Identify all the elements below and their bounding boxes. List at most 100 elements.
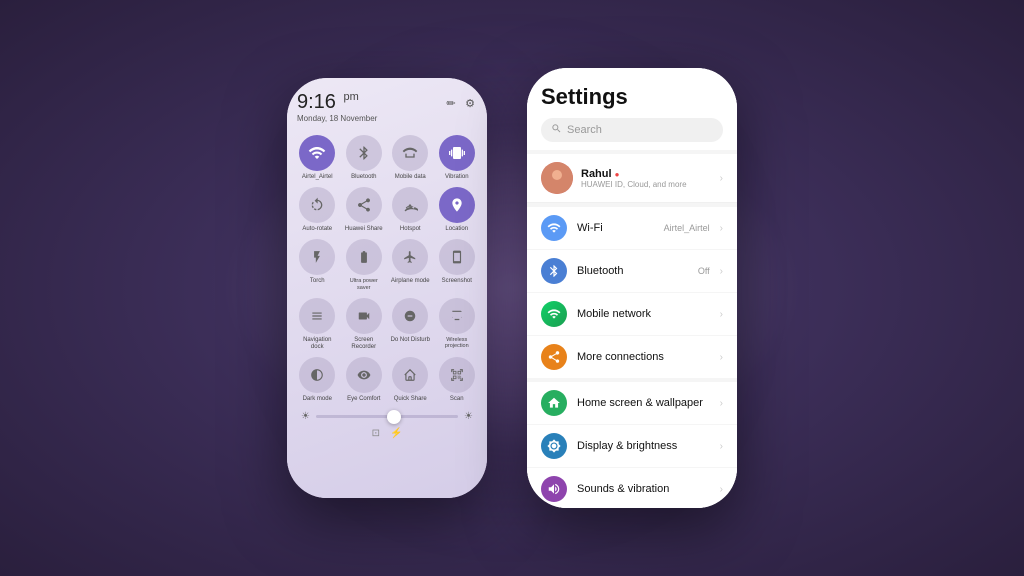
dark-mode-btn[interactable]	[299, 357, 335, 393]
toggle-torch[interactable]: Torch	[297, 239, 338, 291]
settings-header: Settings Search	[527, 68, 737, 150]
display-label: Display & brightness	[577, 440, 710, 452]
toggle-autorotate[interactable]: Auto-rotate	[297, 187, 338, 233]
quick-share-btn[interactable]	[392, 357, 428, 393]
airplane-btn[interactable]	[392, 239, 428, 275]
hotspot-btn[interactable]	[392, 187, 428, 223]
wireless-proj-btn[interactable]	[439, 298, 475, 334]
toggle-airplane[interactable]: Airplane mode	[390, 239, 431, 291]
location-btn[interactable]	[439, 187, 475, 223]
sounds-chevron-icon: ›	[720, 484, 723, 495]
mobile-data-label: Mobile data	[395, 174, 426, 181]
gear-icon[interactable]: ⚙	[463, 96, 477, 110]
hotspot-label: Hotspot	[400, 226, 421, 233]
bluetooth-icon	[541, 258, 567, 284]
settings-section-connectivity: Wi-Fi Airtel_Airtel › Bluetooth Off ›	[527, 207, 737, 378]
profile-dot: ●	[615, 170, 620, 179]
toggle-hotspot[interactable]: Hotspot	[390, 187, 431, 233]
brightness-thumb[interactable]	[387, 410, 401, 424]
settings-screen: Settings Search	[527, 68, 737, 508]
wifi-btn[interactable]	[299, 135, 335, 171]
more-connections-chevron-icon: ›	[720, 352, 723, 363]
huawei-share-label: Huawei Share	[345, 226, 383, 233]
mobile-network-text: Mobile network	[577, 308, 710, 320]
vibration-label: Vibration	[445, 174, 469, 181]
quick-toggles-grid: Airtel_Airtel Bluetooth Mobile data Vibr…	[297, 135, 477, 403]
huawei-share-btn[interactable]	[346, 187, 382, 223]
homescreen-label: Home screen & wallpaper	[577, 397, 710, 409]
toggle-screen-recorder[interactable]: Screen Recorder	[344, 298, 385, 351]
eye-comfort-label: Eye Comfort	[347, 396, 380, 403]
wifi-icon	[541, 215, 567, 241]
toggle-power-saver[interactable]: Ultra power saver	[344, 239, 385, 291]
settings-item-display[interactable]: Display & brightness ›	[527, 425, 737, 468]
settings-item-more-connections[interactable]: More connections ›	[527, 336, 737, 378]
toggle-wifi[interactable]: Airtel_Airtel	[297, 135, 338, 181]
torch-label: Torch	[310, 278, 325, 285]
mobile-network-label: Mobile network	[577, 308, 710, 320]
profile-info: Rahul ● HUAWEI ID, Cloud, and more	[581, 168, 712, 189]
autorotate-label: Auto-rotate	[302, 226, 332, 233]
bluetooth-text: Bluetooth	[577, 265, 688, 277]
toggle-location[interactable]: Location	[437, 187, 478, 233]
control-center-screen: 9:16 pm Monday, 18 November ✏ ⚙ Airtel_A…	[287, 78, 487, 498]
settings-item-mobile-network[interactable]: Mobile network ›	[527, 293, 737, 336]
toggle-huawei-share[interactable]: Huawei Share	[344, 187, 385, 233]
quick-share-label: Quick Share	[394, 396, 427, 403]
screen-recorder-btn[interactable]	[346, 298, 382, 334]
toggle-wireless-proj[interactable]: Wireless projection	[437, 298, 478, 351]
mobile-data-btn[interactable]	[392, 135, 428, 171]
brightness-low-icon: ☀	[301, 411, 310, 422]
autorotate-btn[interactable]	[299, 187, 335, 223]
profile-row[interactable]: Rahul ● HUAWEI ID, Cloud, and more ›	[527, 154, 737, 203]
scan-label: Scan	[450, 396, 464, 403]
avatar	[541, 162, 573, 194]
screenshot-btn[interactable]	[439, 239, 475, 275]
edit-icon[interactable]: ✏	[444, 96, 458, 110]
location-label: Location	[445, 226, 468, 233]
display-text: Display & brightness	[577, 440, 710, 452]
torch-btn[interactable]	[299, 239, 335, 275]
settings-list: Rahul ● HUAWEI ID, Cloud, and more › Wi-…	[527, 150, 737, 508]
toggle-dark-mode[interactable]: Dark mode	[297, 357, 338, 403]
mobile-network-icon	[541, 301, 567, 327]
toggle-bluetooth[interactable]: Bluetooth	[344, 135, 385, 181]
time-block: 9:16 pm Monday, 18 November	[297, 92, 377, 123]
toggle-dnd[interactable]: Do Not Disturb	[390, 298, 431, 351]
settings-item-bluetooth[interactable]: Bluetooth Off ›	[527, 250, 737, 293]
toggle-nav-dock[interactable]: Navigation dock	[297, 298, 338, 351]
eye-comfort-btn[interactable]	[346, 357, 382, 393]
left-phone: 9:16 pm Monday, 18 November ✏ ⚙ Airtel_A…	[287, 78, 487, 498]
vibration-btn[interactable]	[439, 135, 475, 171]
bluetooth-label: Bluetooth	[351, 174, 376, 181]
status-icons: ✏ ⚙	[444, 96, 477, 110]
toggle-mobile-data[interactable]: Mobile data	[390, 135, 431, 181]
sound-icon	[541, 476, 567, 502]
nav-dock-btn[interactable]	[299, 298, 335, 334]
sounds-text: Sounds & vibration	[577, 483, 710, 495]
brightness-high-icon: ☀	[464, 411, 473, 422]
power-saver-label: Ultra power saver	[344, 278, 385, 291]
search-bar[interactable]: Search	[541, 118, 723, 142]
wifi-chevron-icon: ›	[720, 223, 723, 234]
brightness-slider[interactable]	[316, 415, 458, 418]
scan-btn[interactable]	[439, 357, 475, 393]
date-label: Monday, 18 November	[297, 114, 377, 123]
toggle-eye-comfort[interactable]: Eye Comfort	[344, 357, 385, 403]
settings-item-sounds[interactable]: Sounds & vibration ›	[527, 468, 737, 508]
sounds-label: Sounds & vibration	[577, 483, 710, 495]
toggle-vibration[interactable]: Vibration	[437, 135, 478, 181]
settings-item-wifi[interactable]: Wi-Fi Airtel_Airtel ›	[527, 207, 737, 250]
bluetooth-btn[interactable]	[346, 135, 382, 171]
bluetooth-label: Bluetooth	[577, 265, 688, 277]
toggle-scan[interactable]: Scan	[437, 357, 478, 403]
screen-recorder-label: Screen Recorder	[344, 337, 385, 351]
dnd-btn[interactable]	[392, 298, 428, 334]
wifi-label: Airtel_Airtel	[302, 174, 333, 181]
right-phone: Settings Search	[527, 68, 737, 508]
toggle-quick-share[interactable]: Quick Share	[390, 357, 431, 403]
toggle-screenshot[interactable]: Screenshot	[437, 239, 478, 291]
airplane-label: Airplane mode	[391, 278, 430, 285]
settings-item-homescreen[interactable]: Home screen & wallpaper ›	[527, 382, 737, 425]
power-saver-btn[interactable]	[346, 239, 382, 275]
